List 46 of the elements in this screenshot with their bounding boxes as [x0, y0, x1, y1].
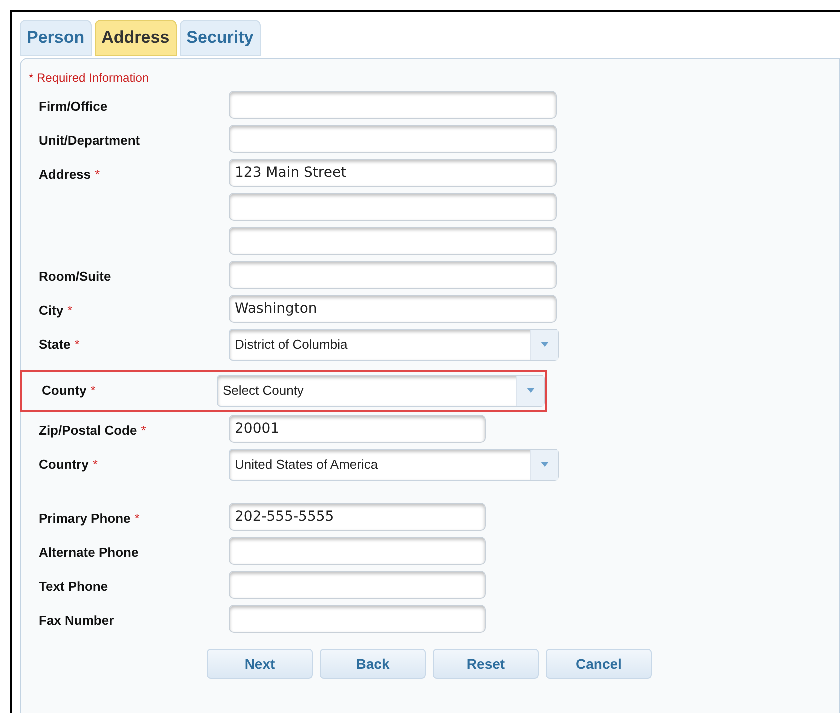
- required-asterisk: *: [92, 456, 98, 474]
- input-field[interactable]: Washington: [229, 295, 557, 323]
- field-label: Primary Phone: [39, 510, 131, 528]
- input-field[interactable]: [229, 227, 557, 255]
- required-asterisk: *: [134, 510, 140, 528]
- input-field[interactable]: 123 Main Street: [229, 159, 557, 187]
- tab[interactable]: Person: [20, 20, 92, 56]
- input-field[interactable]: [229, 537, 486, 565]
- field-label: State: [39, 336, 71, 354]
- input-field[interactable]: [229, 605, 486, 633]
- required-asterisk: *: [95, 166, 100, 184]
- input-field[interactable]: [229, 91, 557, 119]
- form-button[interactable]: Back: [320, 649, 426, 679]
- required-note: * Required Information: [28, 70, 150, 87]
- tab[interactable]: Security: [180, 20, 261, 56]
- field-label: Address: [39, 166, 92, 184]
- field-label: County: [42, 382, 87, 400]
- dropdown-value: Select County: [222, 382, 305, 400]
- field-label: Firm/Office: [39, 98, 108, 116]
- field-label: Text Phone: [39, 578, 108, 596]
- required-asterisk: *: [141, 422, 146, 440]
- required-asterisk: *: [74, 336, 80, 354]
- field-label: Country: [39, 456, 89, 474]
- dropdown-value: United States of America: [234, 456, 380, 474]
- input-field[interactable]: [229, 261, 557, 289]
- field-label: Zip/Postal Code: [39, 422, 138, 440]
- input-field[interactable]: [229, 193, 557, 221]
- dropdown[interactable]: District of Columbia: [229, 329, 559, 361]
- form-button[interactable]: Reset: [433, 649, 539, 679]
- input-field[interactable]: [229, 571, 486, 599]
- input-field[interactable]: [229, 125, 557, 153]
- required-asterisk: *: [68, 302, 73, 320]
- field-label: Alternate Phone: [39, 544, 139, 562]
- field-label: Unit/Department: [39, 132, 140, 150]
- field-label: Fax Number: [39, 612, 114, 630]
- input-field[interactable]: 20001: [229, 415, 486, 443]
- input-field[interactable]: 202-555-5555: [229, 503, 486, 531]
- dropdown-value: District of Columbia: [234, 336, 349, 354]
- field-label: Room/Suite: [39, 268, 112, 286]
- field-label: City: [39, 302, 64, 320]
- required-asterisk: *: [90, 382, 96, 400]
- form-button[interactable]: Cancel: [546, 649, 652, 679]
- form-button[interactable]: Next: [207, 649, 313, 679]
- dropdown[interactable]: United States of America: [229, 449, 559, 481]
- dropdown[interactable]: Select County: [217, 375, 545, 407]
- tab[interactable]: Address: [94, 20, 177, 56]
